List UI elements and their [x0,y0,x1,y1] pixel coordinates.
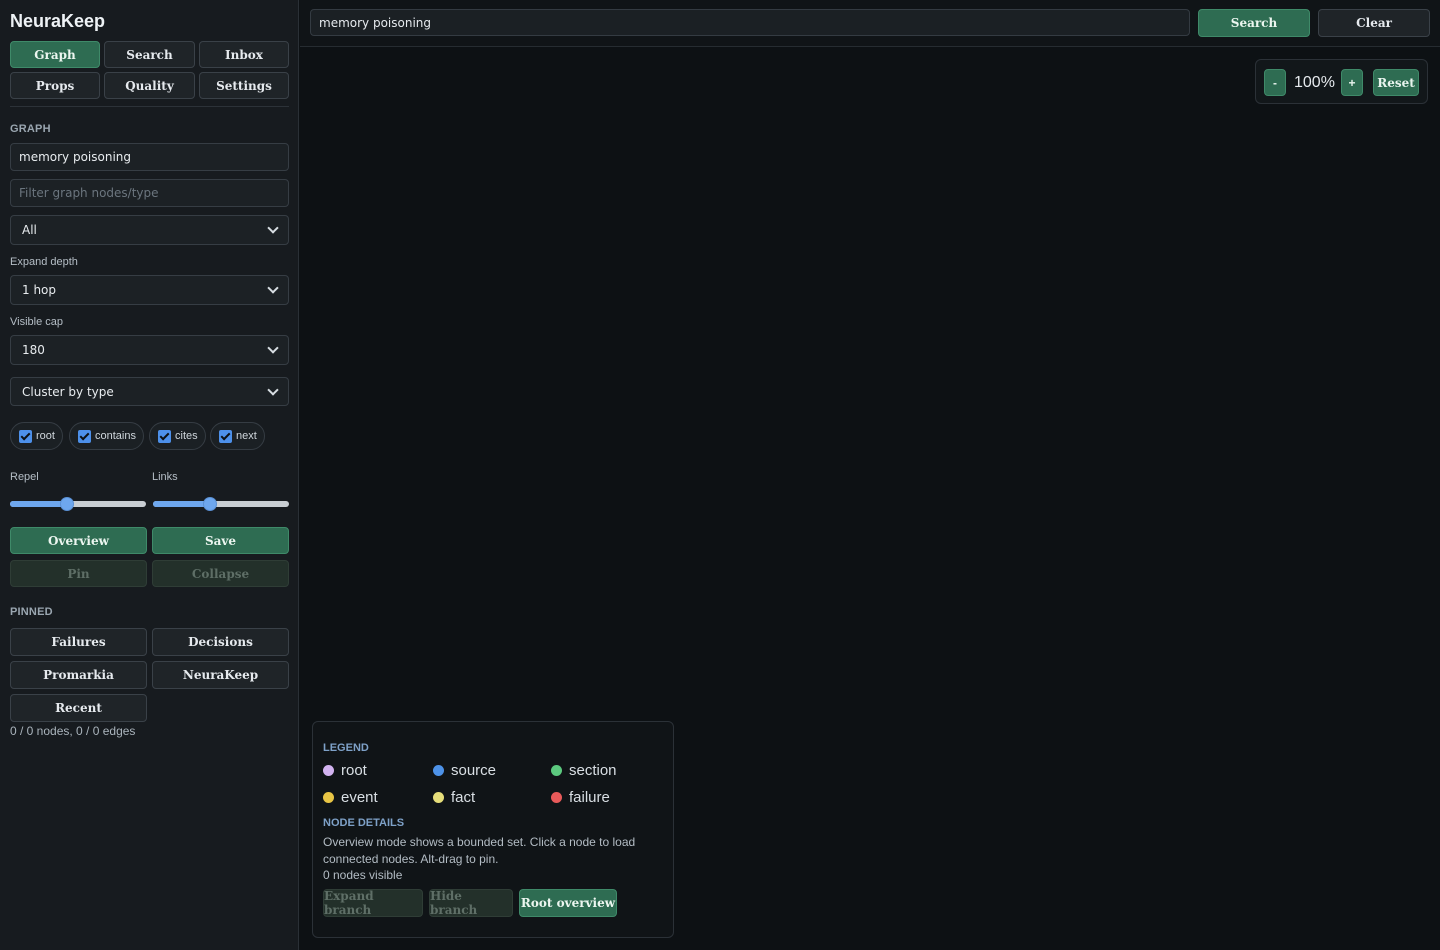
slider-fill [10,501,68,507]
main-search-input[interactable] [310,9,1190,36]
links-label: Links [152,471,178,483]
chevron-down-icon [267,282,279,294]
slider-handle[interactable] [60,497,75,511]
legend-item-label: section [569,762,617,779]
expand-branch-button[interactable]: Expand branch [323,889,423,917]
pinned-promarkia-button[interactable]: Promarkia [10,661,147,689]
legend-item-label: event [341,789,378,806]
nav-quality-button[interactable]: Quality [104,72,195,99]
graph-query-input[interactable] [10,143,289,171]
nav-settings-button[interactable]: Settings [199,72,289,99]
node-type-select[interactable]: All [10,215,289,245]
zoom-in-button[interactable]: + [1341,69,1363,96]
expand-depth-select-value: 1 hop [22,283,57,297]
nodes-visible-count: 0 nodes visible [323,868,403,882]
app-title: NeuraKeep [10,11,106,31]
nav-inbox-button[interactable]: Inbox [199,41,289,68]
legend-item-failure: failure [551,789,610,806]
node-type-select-value: All [22,223,37,237]
visible-cap-label: Visible cap [10,316,63,328]
clear-button[interactable]: Clear [1318,9,1430,37]
overview-button[interactable]: Overview [10,527,147,554]
legend-item-section: section [551,762,617,779]
slider-fill [153,501,211,507]
graph-filter-input[interactable] [10,179,289,207]
nav-graph-button[interactable]: Graph [10,41,100,68]
legend-item-label: failure [569,789,610,806]
node-details-title: NODE DETAILS [323,817,405,829]
legend-dot [323,765,334,776]
legend-item-label: fact [451,789,476,806]
cluster-select[interactable]: Cluster by type [10,377,289,406]
hide-branch-button[interactable]: Hide branch [429,889,513,917]
chevron-down-icon [267,383,279,396]
edge-filter-label: contains [95,430,136,442]
chevron-down-icon [267,222,279,234]
links-slider[interactable] [153,497,289,511]
legend-panel: LEGEND root source section event fact fa… [312,721,674,938]
zoom-controls: - 100% + Reset [1255,59,1428,104]
expand-depth-select[interactable]: 1 hop [10,275,289,305]
nav-props-button[interactable]: Props [10,72,100,99]
cluster-select-value: Cluster by type [22,384,114,399]
checkbox-checked-icon[interactable] [19,429,32,443]
pinned-neurakeep-button[interactable]: NeuraKeep [152,661,289,689]
legend-item-root: root [323,762,367,779]
edge-filter-cites[interactable]: cites [149,422,206,450]
zoom-level: 100% [1294,74,1335,91]
graph-counts: 0 / 0 nodes, 0 / 0 edges [10,724,136,738]
zoom-out-button[interactable]: - [1264,69,1286,96]
legend-dot [551,765,562,776]
repel-slider[interactable] [10,497,146,511]
legend-dot [433,765,444,776]
pinned-failures-button[interactable]: Failures [10,628,147,656]
chevron-down-icon [267,342,279,354]
edge-filter-contains[interactable]: contains [69,422,144,450]
legend-item-event: event [323,789,378,806]
checkbox-checked-icon[interactable] [158,429,171,443]
save-button[interactable]: Save [152,527,289,554]
graph-section-title: GRAPH [10,123,51,135]
app-window: NeuraKeep Graph Search Inbox Props Quali… [0,0,1440,950]
main-search-button[interactable]: Search [1198,9,1310,37]
pinned-decisions-button[interactable]: Decisions [152,628,289,656]
legend-title: LEGEND [323,742,369,754]
edge-filter-label: cites [175,430,198,442]
legend-item-fact: fact [433,789,475,806]
node-details-text: Overview mode shows a bounded set. Click… [323,834,653,884]
nav-search-button[interactable]: Search [104,41,195,68]
collapse-button[interactable]: Collapse [152,560,289,587]
pinned-section-title: PINNED [10,606,53,618]
legend-item-label: source [451,762,497,779]
legend-dot [551,792,562,803]
top-search-bar: Search Clear [300,0,1440,47]
legend-item-label: root [341,762,367,779]
edge-filter-root[interactable]: root [10,422,63,450]
visible-cap-select-value: 180 [22,343,45,357]
node-details-description: Overview mode shows a bounded set. Click… [323,835,636,866]
zoom-reset-button[interactable]: Reset [1373,69,1419,96]
edge-filter-label: root [36,430,55,442]
slider-handle[interactable] [203,497,218,511]
visible-cap-select[interactable]: 180 [10,335,289,365]
sidebar: NeuraKeep Graph Search Inbox Props Quali… [0,0,299,950]
repel-label: Repel [10,471,39,483]
root-overview-button[interactable]: Root overview [519,889,617,917]
legend-dot [323,792,334,803]
pin-button[interactable]: Pin [10,560,147,587]
edge-filter-next[interactable]: next [210,422,265,450]
edge-filter-label: next [236,430,257,442]
expand-depth-label: Expand depth [10,256,78,268]
pinned-recent-button[interactable]: Recent [10,694,147,722]
legend-item-source: source [433,762,496,779]
checkbox-checked-icon[interactable] [78,429,91,443]
sidebar-divider [10,106,289,107]
legend-dot [433,792,444,803]
checkbox-checked-icon[interactable] [219,429,232,443]
